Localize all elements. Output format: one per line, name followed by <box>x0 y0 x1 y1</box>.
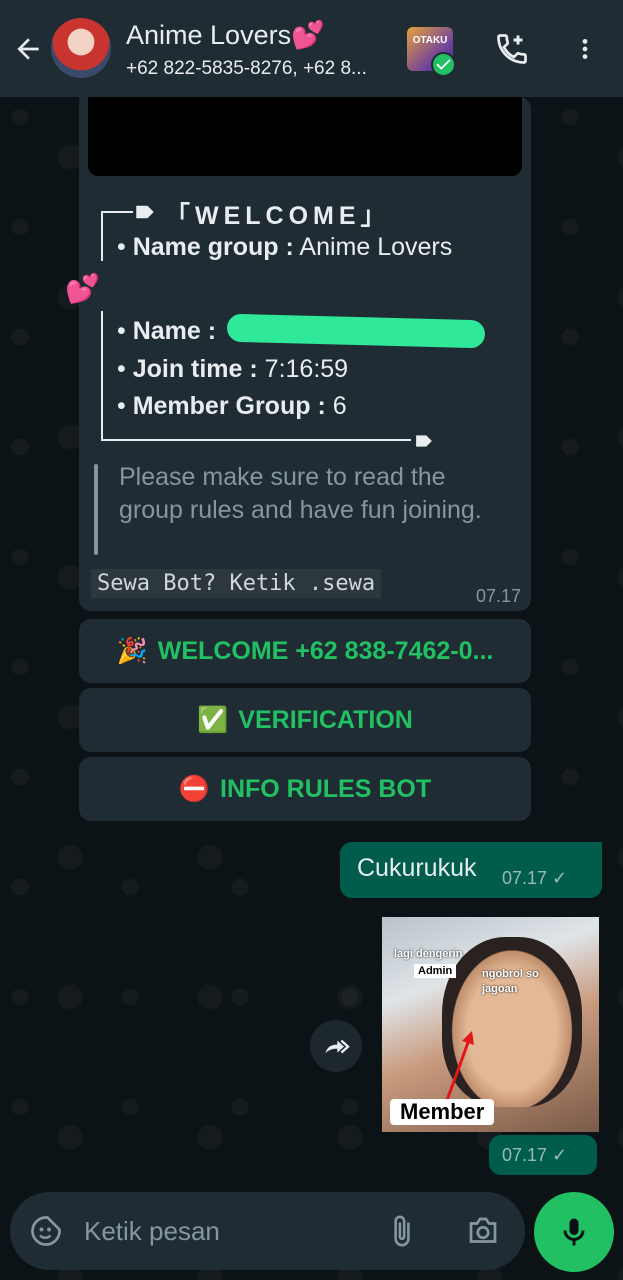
chat-participants[interactable]: +62 822-5835-8276, +62 8... <box>126 58 388 80</box>
frame-left-line <box>101 211 103 261</box>
info-rules-bot-button-label: INFO RULES BOT <box>220 774 432 803</box>
frame-left-line-2 <box>101 311 103 439</box>
outgoing-text: Cukurukuk <box>357 854 477 882</box>
member-group-label: Member Group : <box>132 392 326 420</box>
add-call-icon[interactable] <box>494 31 530 67</box>
outgoing-photo[interactable]: lagi dengerin Admin ngobrol so jagoan Me… <box>382 917 599 1132</box>
outgoing-photo-time: 07.17 ✓ <box>502 1145 568 1165</box>
welcome-message-bubble[interactable]: 「WELCOME」 • Name group : Anime Lovers 💕 … <box>65 97 531 611</box>
name-group-value: Anime Lovers <box>299 233 453 261</box>
photo-time-bubble: 07.17 ✓ <box>489 1135 597 1175</box>
name-row: • Name : <box>117 317 217 345</box>
chat-title[interactable]: Anime Lovers💕 <box>126 19 325 51</box>
camera-icon[interactable] <box>465 1213 501 1249</box>
outgoing-text-bubble[interactable]: Cukurukuk 07.17 ✓ <box>340 842 602 898</box>
hearts-emoji: 💕 <box>65 273 100 304</box>
chat-header: Anime Lovers💕 +62 822-5835-8276, +62 8..… <box>0 0 623 97</box>
quote-text: Please make sure to read the group rules… <box>119 463 482 524</box>
verified-check-icon <box>431 52 456 77</box>
microphone-icon <box>563 1218 585 1246</box>
join-time-value: 7:16:59 <box>264 355 349 383</box>
frame-tag-icon-end <box>416 435 432 447</box>
forward-icon <box>325 1039 350 1054</box>
group-avatar[interactable] <box>51 18 111 78</box>
photo-caption-1: lagi dengerin <box>394 948 463 960</box>
verification-button-label: VERIFICATION <box>238 705 413 734</box>
rent-bot-text: Sewa Bot? Ketik .sewa <box>91 569 382 598</box>
community-icon-text: OTAKU <box>412 35 448 46</box>
message-input-bar[interactable]: Ketik pesan <box>10 1192 525 1270</box>
frame-top-line <box>101 211 133 213</box>
welcome-button[interactable]: 🎉 WELCOME +62 838-7462-0... <box>79 619 531 683</box>
check-mark-icon: ✅ <box>197 705 229 734</box>
party-popper-icon: 🎉 <box>116 636 148 665</box>
welcome-button-label: WELCOME +62 838-7462-0... <box>157 636 494 665</box>
name-label: Name : <box>132 317 217 345</box>
info-rules-bot-button[interactable]: ⛔ INFO RULES BOT <box>79 757 531 821</box>
forward-button[interactable] <box>310 1020 362 1072</box>
photo-admin-label: Admin <box>414 964 457 978</box>
no-entry-icon: ⛔ <box>178 774 211 803</box>
quote-bar <box>94 464 98 555</box>
member-group-row: • Member Group : 6 <box>117 392 347 420</box>
back-arrow-icon[interactable] <box>12 33 44 65</box>
red-arrow-icon <box>444 1031 474 1104</box>
voice-message-button[interactable] <box>534 1192 614 1272</box>
name-group-label: Name group : <box>132 233 294 261</box>
join-time-row: • Join time : 7:16:59 <box>117 355 349 383</box>
member-group-value: 6 <box>332 392 347 420</box>
attach-icon[interactable] <box>385 1212 419 1250</box>
more-options-icon[interactable] <box>572 33 598 65</box>
message-input[interactable]: Ketik pesan <box>84 1216 220 1247</box>
photo-caption-2: ngobrol so jagoan <box>482 968 539 995</box>
welcome-heading: 「WELCOME」 <box>165 202 391 230</box>
name-group-row: • Name group : Anime Lovers <box>117 233 453 261</box>
sticker-icon[interactable] <box>28 1213 64 1249</box>
frame-bottom-line <box>101 439 411 441</box>
message-media-preview[interactable] <box>88 97 522 176</box>
photo-member-label: Member <box>390 1099 495 1125</box>
message-time: 07.17 <box>475 586 521 606</box>
name-redaction <box>226 313 486 349</box>
join-time-label: Join time : <box>132 355 258 383</box>
verification-button[interactable]: ✅ VERIFICATION <box>79 688 531 752</box>
frame-tag-icon <box>136 205 154 219</box>
outgoing-text-time: 07.17 ✓ <box>502 868 568 888</box>
